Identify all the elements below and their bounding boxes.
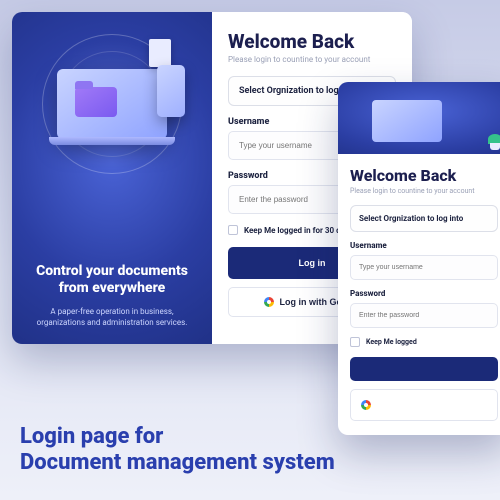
password-label: Password (350, 289, 498, 298)
hero-panel-mobile (338, 82, 500, 154)
folder-icon (75, 87, 117, 117)
laptop-icon (57, 69, 167, 139)
hero-panel: Control your documents from everywhere A… (12, 12, 212, 344)
form-subtitle: Please login to countine to your account (350, 187, 498, 195)
plant-icon (486, 134, 500, 150)
form-subtitle: Please login to countine to your account (228, 55, 396, 64)
username-input[interactable] (350, 255, 498, 280)
remember-checkbox[interactable] (228, 225, 238, 235)
laptop-icon (372, 100, 442, 142)
phone-icon (157, 65, 185, 117)
page-caption: Login page for Document management syste… (20, 424, 335, 476)
remember-checkbox[interactable] (350, 337, 360, 347)
form-title: Welcome Back (228, 30, 396, 53)
caption-line-2: Document management system (20, 450, 335, 475)
hero-headline: Control your documents from everywhere (28, 263, 196, 298)
caption-line-1: Login page for (20, 424, 163, 449)
username-label: Username (350, 241, 498, 250)
login-button[interactable] (350, 357, 498, 381)
google-icon (264, 297, 274, 307)
document-icon (149, 39, 171, 67)
remember-label: Keep Me logged in for 30 days (244, 226, 353, 235)
organization-select[interactable]: Select Orgnization to log into (350, 205, 498, 232)
remember-label: Keep Me logged (366, 338, 417, 346)
organization-select-label: Select Orgnization to log into (359, 214, 463, 223)
login-mobile-preview: Welcome Back Please login to countine to… (338, 82, 500, 435)
hero-illustration (28, 34, 196, 174)
password-input[interactable] (350, 303, 498, 328)
google-icon (361, 400, 371, 410)
login-form-mobile: Welcome Back Please login to countine to… (338, 154, 500, 435)
login-with-google-button[interactable]: Log in with Google (350, 389, 498, 421)
form-title: Welcome Back (350, 166, 498, 185)
hero-subhead: A paper-free operation in business, orga… (28, 306, 196, 328)
hero-copy: Control your documents from everywhere A… (28, 263, 196, 328)
